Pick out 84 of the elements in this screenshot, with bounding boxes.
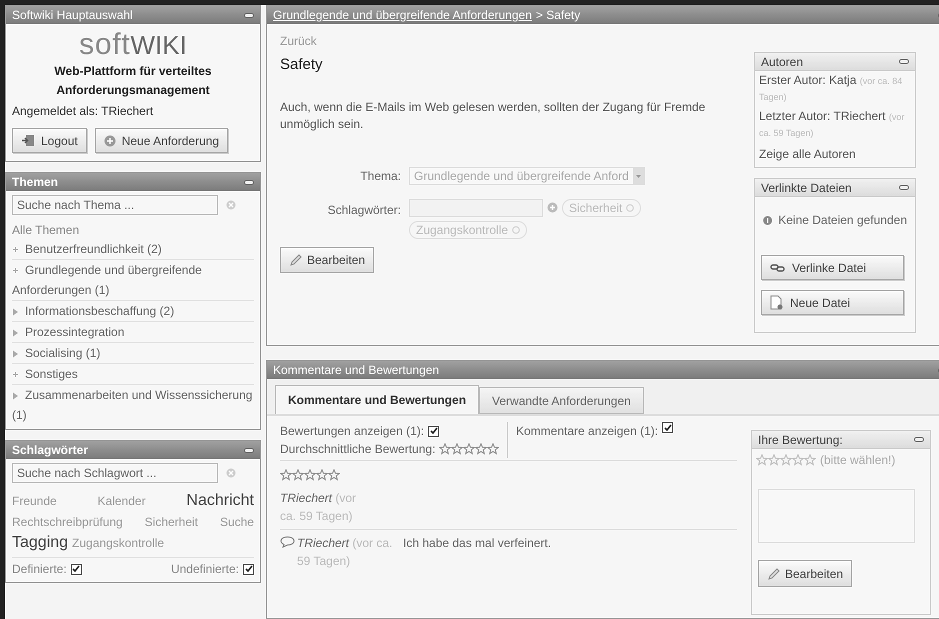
logo: softWIKI bbox=[79, 28, 187, 62]
button[interactable]: Neue Anforderung bbox=[94, 128, 228, 153]
filter-label: Undefinierte: bbox=[170, 561, 239, 578]
checkbox[interactable] bbox=[662, 422, 674, 433]
field-label: Schlagwörter: bbox=[326, 202, 402, 218]
tab[interactable]: Kommentare und Bewertungen bbox=[275, 385, 480, 414]
checkbox[interactable] bbox=[243, 564, 254, 574]
panel-title: Verlinkte Dateien bbox=[761, 180, 852, 196]
plus-circle-icon bbox=[104, 134, 116, 146]
checkbox[interactable] bbox=[70, 564, 82, 574]
minimize-icon[interactable] bbox=[244, 448, 254, 452]
expand-arrow-icon[interactable] bbox=[12, 328, 19, 337]
clear-icon[interactable] bbox=[226, 468, 236, 478]
pencil-icon bbox=[767, 566, 781, 580]
tagline: Web-Plattform für verteiltes Anforderungsmanagement bbox=[53, 63, 213, 99]
tag-link[interactable]: Nachricht bbox=[186, 489, 254, 513]
description: Auch, wenn die E-Mails im Web gelesen werden, sollten der Zugang für Fremde unmöglich sein. bbox=[280, 98, 706, 132]
expand-arrow-icon[interactable] bbox=[12, 308, 19, 316]
comment-author: TRiechert (vor ca. 59 Tagen) bbox=[297, 535, 394, 570]
comment-text: Ich habe das mal verfeinert. bbox=[403, 535, 552, 552]
average-label: Durchschnittliche Bewertung: bbox=[280, 441, 436, 458]
tab[interactable]: Verwandte Anforderungen bbox=[479, 387, 644, 414]
option-label: Bewertungen anzeigen (1): bbox=[280, 423, 424, 440]
topic-link[interactable]: Alle Themen bbox=[6, 221, 260, 239]
tag-input[interactable] bbox=[409, 198, 543, 216]
info-icon bbox=[763, 214, 772, 226]
plus-icon bbox=[12, 371, 19, 378]
button[interactable]: Verlinke Datei bbox=[761, 255, 904, 280]
topic-item[interactable]: Grundlegende und übergreifende Anforderungen (1) bbox=[12, 260, 254, 301]
login-text: Angemeldet als: TRiechert bbox=[11, 103, 154, 120]
show-all-link[interactable]: Zeige alle Autoren bbox=[759, 145, 911, 163]
edit-button[interactable]: Bearbeiten bbox=[280, 246, 374, 272]
expand-arrow-icon[interactable] bbox=[12, 392, 19, 400]
breadcrumb-current: > Safety bbox=[536, 7, 580, 24]
plus-circle-icon[interactable] bbox=[547, 202, 558, 213]
pencil-icon bbox=[289, 252, 303, 266]
option-label: Kommentare anzeigen (1): bbox=[516, 423, 658, 440]
requirement-title: Safety bbox=[280, 55, 324, 75]
topic-item[interactable]: Informationsbeschaffung (2) bbox=[12, 301, 254, 322]
speech-bubble-icon bbox=[280, 536, 295, 548]
field-label: Thema: bbox=[359, 168, 402, 184]
chain-icon bbox=[770, 262, 786, 272]
search-field[interactable]: Suche nach Thema ... bbox=[12, 195, 218, 215]
edit-button[interactable]: Bearbeiten bbox=[758, 560, 852, 587]
panel-title: Softwiki Hauptauswahl bbox=[12, 7, 133, 24]
panel-title: Schlagwörter bbox=[12, 442, 88, 459]
door-icon bbox=[21, 134, 35, 147]
author-entry: Erster Autor: Katja (vor ca. 84 Tagen) bbox=[759, 73, 904, 104]
topic-item[interactable]: Benutzerfreundlichkeit (2) bbox=[12, 239, 254, 260]
minimize-icon[interactable] bbox=[244, 12, 254, 18]
button[interactable]: Neue Datei bbox=[761, 290, 904, 315]
topic-item[interactable]: Sonstiges bbox=[12, 364, 254, 385]
minimize-icon[interactable] bbox=[899, 59, 909, 64]
rating-hint: (bitte wählen!) bbox=[820, 452, 896, 469]
search-field[interactable]: Suche nach Schlagwort ... bbox=[12, 463, 218, 483]
panel-title: Themen bbox=[12, 174, 58, 191]
panel-title: Kommentare und Bewertungen bbox=[273, 362, 440, 379]
minimize-icon[interactable] bbox=[899, 185, 909, 190]
plus-icon bbox=[12, 267, 19, 274]
empty-message: Keine Dateien gefunden bbox=[778, 212, 907, 229]
minimize-icon[interactable] bbox=[914, 437, 924, 442]
checkbox[interactable] bbox=[428, 426, 440, 436]
topic-item[interactable]: Socialising (1) bbox=[12, 343, 254, 364]
author-entry: Letzter Autor: TRiechert (vor ca. 59 Tagen) bbox=[759, 109, 906, 140]
remove-icon[interactable] bbox=[512, 226, 520, 234]
panel-title: Autoren bbox=[761, 54, 804, 70]
expand-arrow-icon[interactable] bbox=[12, 350, 19, 358]
minimize-icon[interactable] bbox=[244, 180, 254, 184]
star-rating[interactable] bbox=[439, 443, 500, 455]
rating-author: TRiechert (vor ca. 59 Tagen) bbox=[280, 490, 358, 525]
plus-icon bbox=[12, 246, 19, 254]
remove-icon[interactable] bbox=[626, 204, 634, 212]
star-rating[interactable] bbox=[756, 454, 816, 466]
breadcrumb-link[interactable]: Grundlegende und übergreifende Anforderungen bbox=[273, 6, 532, 24]
comment-field[interactable] bbox=[758, 489, 915, 543]
topic-item[interactable]: Prozessintegration bbox=[12, 322, 254, 343]
tag-link[interactable]: Tagging bbox=[12, 531, 68, 555]
button[interactable]: Logout bbox=[12, 128, 87, 153]
new-file-icon bbox=[770, 295, 784, 310]
panel-title: Ihre Bewertung: bbox=[758, 432, 843, 448]
topic-item[interactable]: Zusammenarbeiten und Wissenssicherung (1) bbox=[12, 385, 254, 425]
star-rating[interactable] bbox=[280, 469, 340, 481]
clear-icon[interactable] bbox=[226, 200, 236, 210]
filter-label: Definierte: bbox=[12, 561, 67, 578]
